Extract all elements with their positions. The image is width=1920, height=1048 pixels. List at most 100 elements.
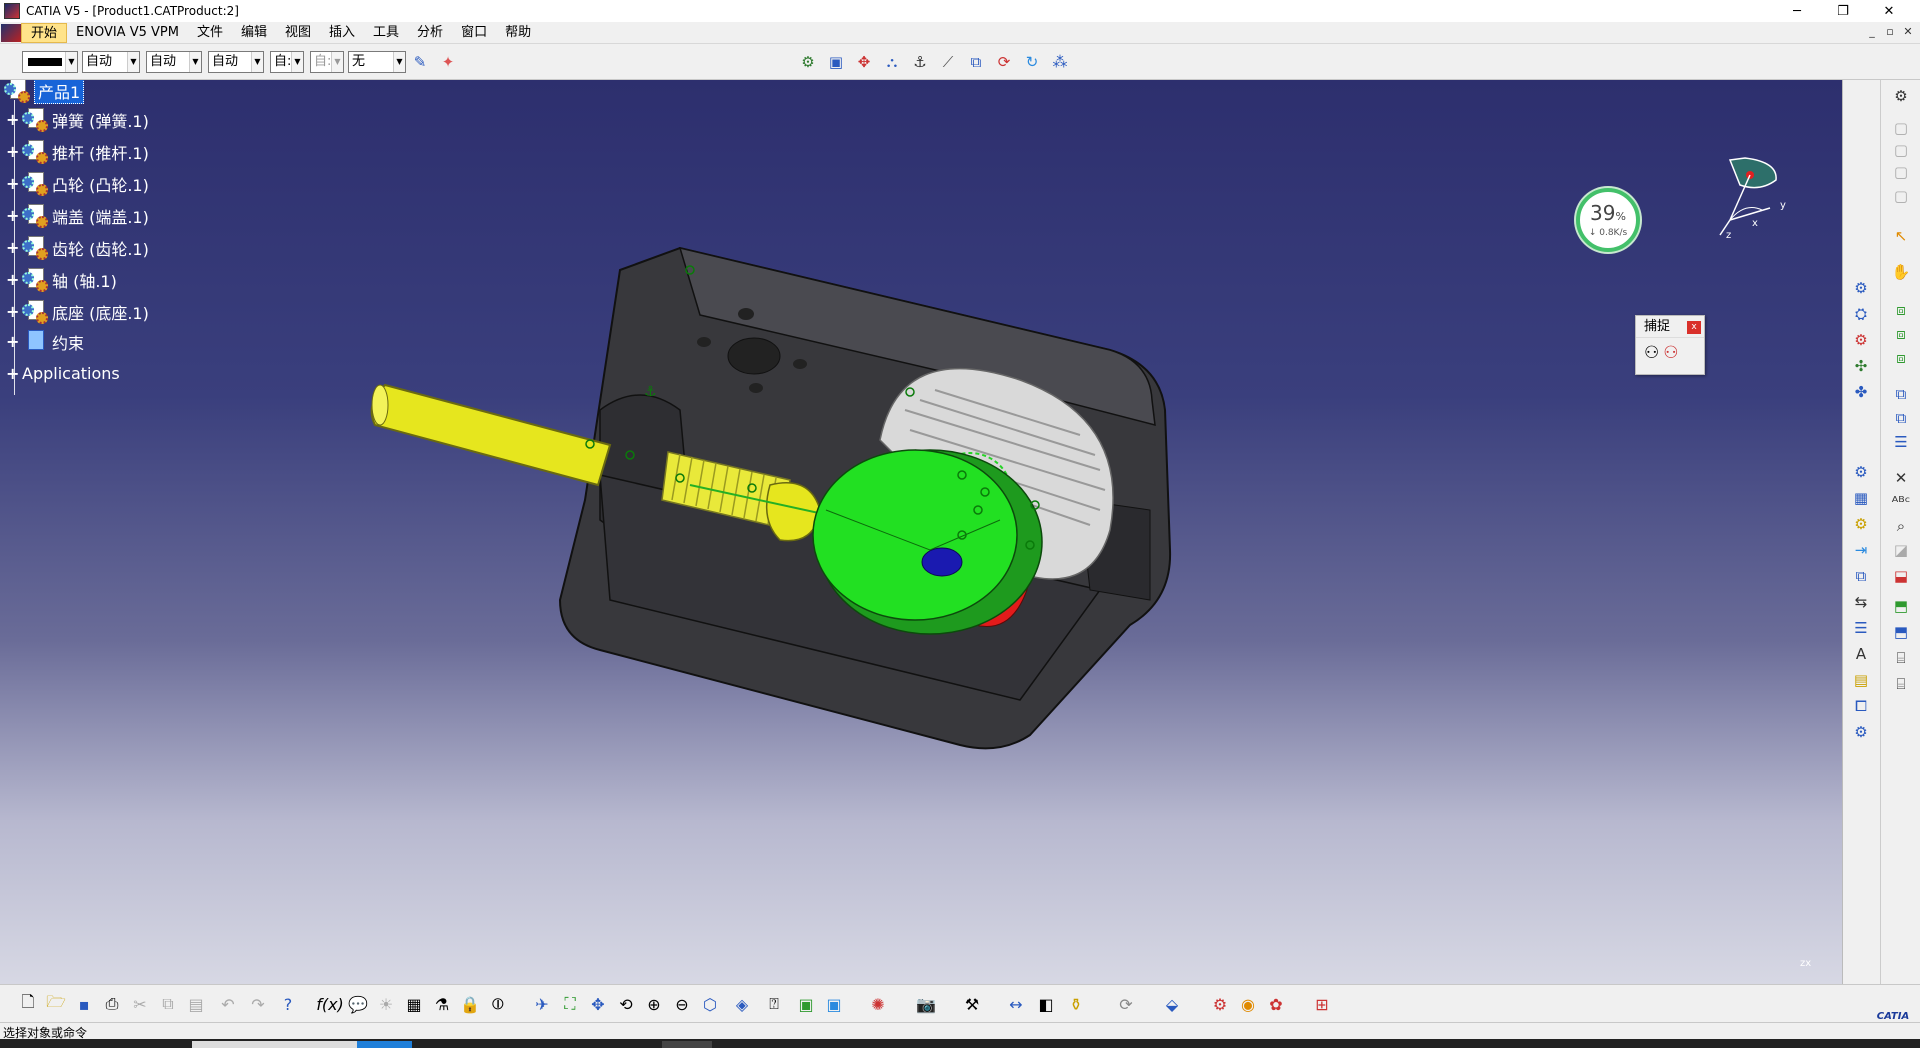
change-constraint-icon[interactable]: ᴬᴮᶜ — [1889, 490, 1913, 514]
paste-icon[interactable]: ▤ — [184, 992, 208, 1016]
rotate-icon[interactable]: ⟲ — [614, 992, 638, 1016]
iso-view-icon[interactable]: ◈ — [730, 992, 754, 1016]
knowledge-icon[interactable]: ⚗ — [430, 992, 454, 1016]
render-icon[interactable]: ⚙ — [1208, 992, 1232, 1016]
assembly-feature-icon[interactable]: ▢ — [1889, 116, 1913, 140]
layer-combo[interactable]: 无 ▼ — [348, 51, 406, 73]
zoom-out-icon[interactable]: ⊖ — [670, 992, 694, 1016]
tree-item-label[interactable]: 凸轮 (凸轮.1) — [52, 172, 149, 196]
clash-icon[interactable]: ⬓ — [1889, 564, 1913, 588]
color-combo[interactable]: ▼ — [22, 51, 78, 73]
expand-icon[interactable]: + — [6, 144, 20, 160]
layer-value-combo[interactable]: 自: ▼ — [310, 51, 344, 73]
cut-icon[interactable]: ✂ — [128, 992, 152, 1016]
tree-item-endcap[interactable]: + 端盖 (端盖.1) — [6, 204, 149, 228]
copy-icon[interactable]: ⧉ — [156, 992, 180, 1016]
tree-item-spring[interactable]: + 弹簧 (弹簧.1) — [6, 108, 149, 132]
hole-icon[interactable]: ▢ — [1889, 160, 1913, 184]
lock-icon[interactable]: 🔒 — [458, 992, 482, 1016]
fix-anchor-icon[interactable]: ⚓ — [908, 50, 932, 74]
expand-icon[interactable]: + — [6, 208, 20, 224]
reuse-pattern-icon[interactable]: ⌕ — [1889, 514, 1913, 538]
bottle-icon[interactable]: ⚱ — [1064, 992, 1088, 1016]
table-icon[interactable]: ▦ — [402, 992, 426, 1016]
tree-item-label[interactable]: Applications — [22, 364, 120, 383]
refresh-icon[interactable]: ⟳ — [1114, 992, 1138, 1016]
graph-tree-reordering-icon[interactable]: ⚙ — [1849, 460, 1873, 484]
layer-icon[interactable]: ⬙ — [1160, 992, 1184, 1016]
scenes-icon[interactable]: ▤ — [1849, 668, 1873, 692]
lineweight-combo[interactable]: 自动 ▼ — [208, 51, 264, 73]
fit-all-icon[interactable]: ⛶ — [558, 992, 582, 1016]
update-all-icon[interactable]: ◪ — [1889, 538, 1913, 562]
formula-icon[interactable]: f(x) — [316, 992, 344, 1016]
selective-load-icon[interactable]: ⚙ — [1849, 512, 1873, 536]
close-icon[interactable]: x — [1687, 321, 1701, 334]
undo-icon[interactable]: ↶ — [216, 992, 240, 1016]
update-icon[interactable]: ↻ — [1020, 50, 1044, 74]
tree-item-label[interactable]: 底座 (底座.1) — [52, 300, 149, 324]
manage-representations-icon[interactable]: ⇥ — [1849, 538, 1873, 562]
expand-icon[interactable]: + — [6, 304, 20, 320]
print-icon[interactable]: ⎙ — [100, 992, 124, 1016]
coincidence-constraint-icon[interactable]: ⧈ — [1889, 298, 1913, 322]
painter-icon[interactable]: ✎ — [408, 50, 432, 74]
fast-multi-instantiation-icon[interactable]: ⇆ — [1849, 590, 1873, 614]
taskbar-item[interactable] — [662, 1041, 712, 1048]
catalog-icon[interactable]: ⚙ — [1849, 720, 1873, 744]
expand-icon[interactable]: + — [6, 334, 20, 350]
tree-item-label[interactable]: 齿轮 (齿轮.1) — [52, 236, 149, 260]
assembly-model[interactable]: ⚓ — [0, 80, 1842, 984]
tree-root-label[interactable]: 产品1 — [34, 80, 85, 104]
open-folder-icon[interactable]: 🗁 — [44, 992, 68, 1016]
select-arrow-icon[interactable]: ↖ — [1889, 224, 1913, 248]
save-icon[interactable]: ▪ — [72, 992, 96, 1016]
multi-instantiation-icon[interactable]: ⧉ — [1849, 564, 1873, 588]
zoom-in-icon[interactable]: ⊕ — [642, 992, 666, 1016]
doc-close-button[interactable]: ✕ — [1900, 24, 1916, 40]
fix-component-icon[interactable]: ⧉ — [1889, 382, 1913, 406]
tree-item-base[interactable]: + 底座 (底座.1) — [6, 300, 149, 324]
manipulate-icon[interactable]: ✥ — [852, 50, 876, 74]
taskbar-item-active[interactable] — [357, 1041, 412, 1048]
text-annotation-icon[interactable]: A — [1849, 642, 1873, 666]
tree-item-label[interactable]: 推杆 (推杆.1) — [52, 140, 149, 164]
restore-button[interactable]: ❐ — [1820, 0, 1866, 22]
minimize-button[interactable]: ─ — [1774, 0, 1820, 22]
shading-icon[interactable]: ▣ — [794, 992, 818, 1016]
pocket-icon[interactable]: ▢ — [1889, 184, 1913, 208]
measure-icon[interactable]: ⌸ — [1889, 646, 1913, 670]
expand-icon[interactable]: + — [6, 365, 20, 381]
flexible-subassembly-icon[interactable]: ✕ — [1889, 466, 1913, 490]
tree-item-applications[interactable]: + Applications — [6, 364, 120, 383]
gear-icon[interactable]: ⚙ — [1889, 84, 1913, 108]
tree-item-pushrod[interactable]: + 推杆 (推杆.1) — [6, 140, 149, 164]
dimension-icon[interactable]: ↔ — [1004, 992, 1028, 1016]
linetype-combo[interactable]: 自动 ▼ — [82, 51, 140, 73]
compass-widget[interactable]: y x z — [1710, 150, 1800, 250]
offset-constraint-icon[interactable]: ⧈ — [1889, 346, 1913, 370]
tree-root[interactable]: 产品1 — [4, 80, 85, 104]
existing-component-icon[interactable]: ▣ — [824, 50, 848, 74]
light-icon[interactable]: ☀ — [374, 992, 398, 1016]
tree-item-label[interactable]: 端盖 (端盖.1) — [52, 204, 149, 228]
menu-enovia[interactable]: ENOVIA V5 VPM — [67, 23, 188, 43]
environment-icon[interactable]: ◉ — [1236, 992, 1260, 1016]
new-product-icon[interactable]: ⛭ — [1849, 302, 1873, 326]
manipulation-icon[interactable]: ✋ — [1889, 260, 1913, 284]
thickness-combo[interactable]: 自动 ▼ — [146, 51, 202, 73]
expand-icon[interactable]: + — [6, 272, 20, 288]
tree-item-gear[interactable]: + 齿轮 (齿轮.1) — [6, 236, 149, 260]
catia-app-icon[interactable] — [4, 3, 20, 19]
inertia-icon[interactable]: ⌸ — [1889, 672, 1913, 696]
contact-constraint-icon[interactable]: ⧈ — [1889, 322, 1913, 346]
capture-image-icon[interactable]: 📷 — [914, 992, 938, 1016]
split-icon[interactable]: ▢ — [1889, 138, 1913, 162]
tree-item-label[interactable]: 约束 — [52, 330, 84, 354]
menu-window[interactable]: 窗口 — [452, 23, 496, 43]
capture-view-icon[interactable]: ⚇ — [1663, 343, 1678, 363]
tree-item-cam[interactable]: + 凸轮 (凸轮.1) — [6, 172, 149, 196]
explode-icon[interactable]: ⚙ — [796, 50, 820, 74]
menu-edit[interactable]: 编辑 — [232, 23, 276, 43]
catia-menu-logo-icon[interactable] — [1, 23, 21, 42]
